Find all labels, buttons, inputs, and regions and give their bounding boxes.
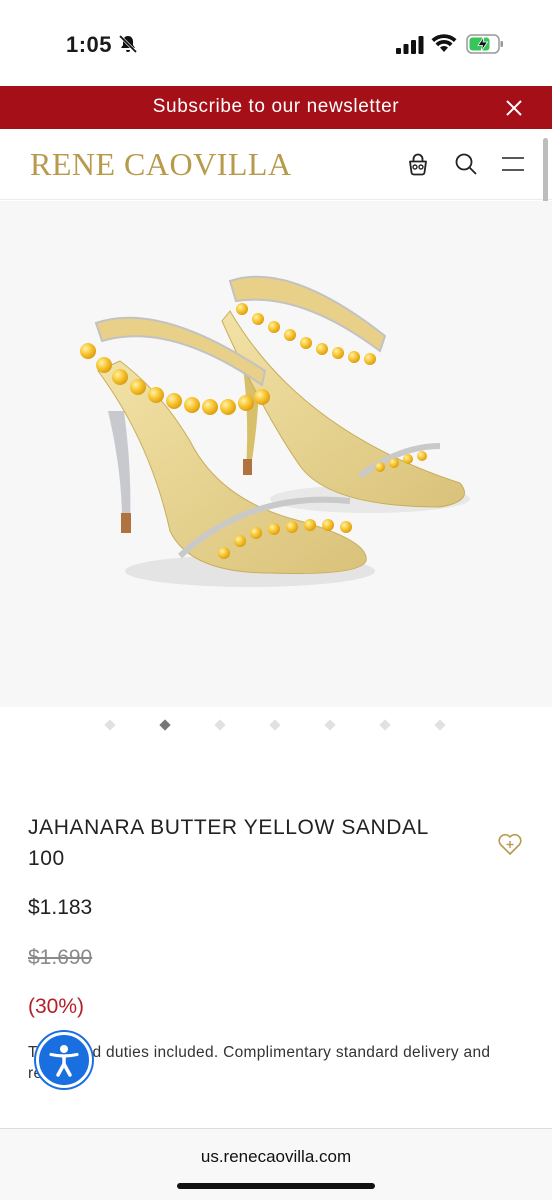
menu-icon[interactable] (501, 151, 525, 177)
cellular-signal-icon (396, 36, 424, 54)
wishlist-heart-icon[interactable] (496, 830, 524, 858)
battery-charging-icon (466, 34, 503, 54)
carousel-dot[interactable] (379, 719, 391, 731)
status-time: 1:05 (66, 32, 113, 57)
shopping-bag-icon[interactable] (405, 151, 431, 177)
discount-badge: (30%) (28, 995, 85, 1018)
browser-address-bar: us.renecaovilla.com (0, 1128, 552, 1200)
original-price: $1.690 (28, 946, 93, 969)
carousel-dot[interactable] (434, 719, 446, 731)
site-header: RENE CAOVILLA (0, 129, 552, 200)
newsletter-banner[interactable]: Subscribe to our newsletter (0, 86, 552, 129)
sale-price: $1.183 (28, 896, 93, 919)
url-field[interactable]: us.renecaovilla.com (0, 1147, 552, 1167)
home-indicator[interactable] (177, 1183, 375, 1189)
carousel-dot[interactable] (214, 719, 226, 731)
product-title: JAHANARA BUTTER YELLOW SANDAL 100 (28, 816, 429, 870)
product-image (80, 275, 470, 587)
close-icon[interactable] (504, 98, 524, 118)
product-image-gallery[interactable] (0, 201, 552, 707)
carousel-dot[interactable] (104, 719, 116, 731)
newsletter-subscribe-link[interactable]: Subscribe to our newsletter (0, 96, 552, 118)
brand-logo[interactable]: RENE CAOVILLA (30, 146, 292, 183)
search-icon[interactable] (453, 151, 479, 177)
carousel-dot[interactable] (269, 719, 281, 731)
accessibility-button[interactable] (36, 1032, 92, 1088)
accessibility-icon (49, 1045, 79, 1077)
bell-off-icon (118, 34, 138, 54)
carousel-indicators (0, 717, 552, 733)
wifi-icon (431, 34, 457, 52)
status-bar: 1:05 (0, 0, 552, 86)
tax-delivery-note: Taxes and duties included. Complimentary… (28, 1044, 491, 1082)
carousel-dot-active[interactable] (159, 719, 171, 731)
carousel-dot[interactable] (324, 719, 336, 731)
